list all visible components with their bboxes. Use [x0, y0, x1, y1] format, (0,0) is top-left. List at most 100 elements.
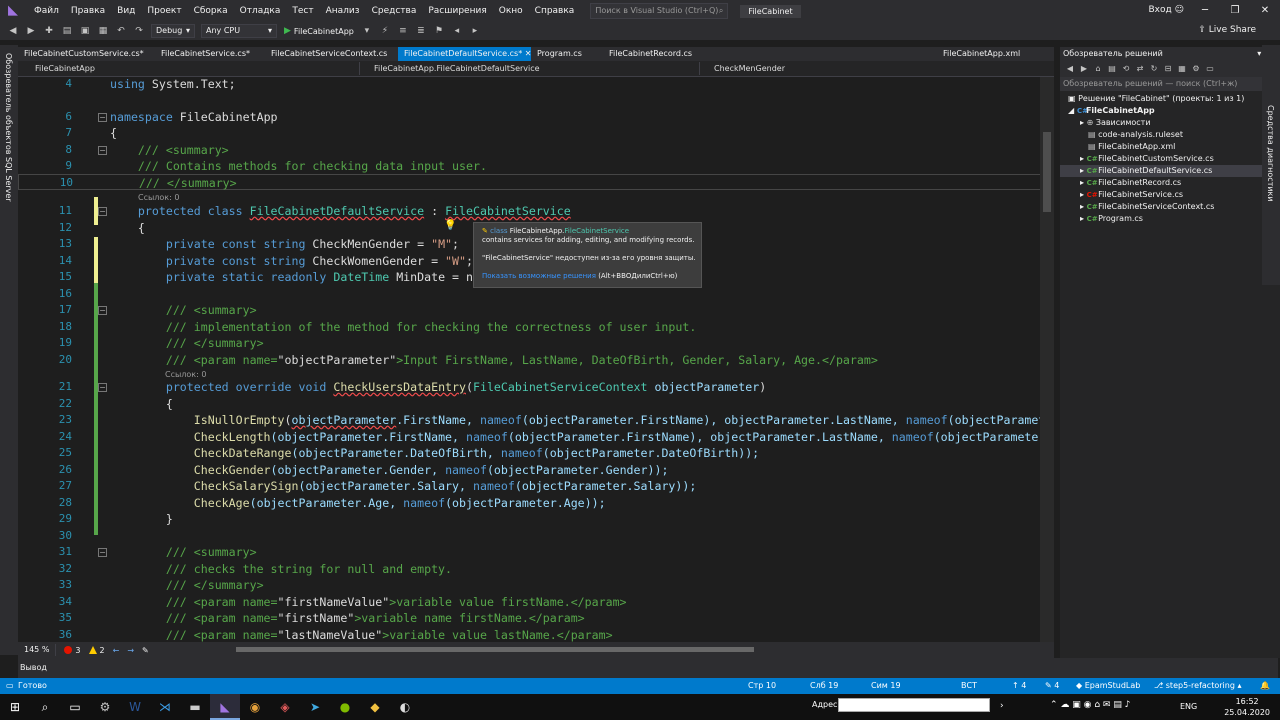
show-fixes-link[interactable]: Показать возможные решения: [482, 272, 596, 280]
sourcetree-app-icon[interactable]: ◆: [360, 694, 390, 720]
task-view-icon[interactable]: ▭: [60, 694, 90, 720]
platform-select[interactable]: Any CPU ▾: [201, 24, 277, 38]
search-icon[interactable]: ⌕: [30, 694, 60, 720]
refresh-icon[interactable]: ↻: [1148, 63, 1160, 75]
tree-item[interactable]: ▸ C# FileCabinetService.cs: [1060, 189, 1280, 201]
vertical-scrollbar[interactable]: [1040, 77, 1054, 642]
settings-app-icon[interactable]: ⚙: [90, 694, 120, 720]
tab-filecabinetcustomservice[interactable]: FileCabinetCustomService.cs*: [18, 47, 155, 61]
uncomment-icon[interactable]: ≣: [414, 24, 428, 38]
menu-file[interactable]: Файл: [28, 0, 65, 22]
word-app-icon[interactable]: W: [120, 694, 150, 720]
open-folder-icon[interactable]: ▤: [60, 24, 74, 38]
collapse-icon[interactable]: −: [98, 113, 107, 122]
collapse-icon[interactable]: −: [98, 207, 107, 216]
xbox-app-icon[interactable]: ●: [330, 694, 360, 720]
collapse-icon[interactable]: −: [98, 548, 107, 557]
project-combo[interactable]: FileCabinetApp: [18, 62, 360, 75]
zoom-select[interactable]: 145 %: [18, 644, 57, 656]
menu-extensions[interactable]: Расширения: [422, 0, 492, 22]
menu-help[interactable]: Справка: [529, 0, 581, 22]
codelens-references[interactable]: Ссылок: 0: [138, 193, 179, 202]
media-app-icon[interactable]: ◈: [270, 694, 300, 720]
bookmark-icon[interactable]: ⚑: [432, 24, 446, 38]
visual-studio-app-icon[interactable]: ◣: [210, 694, 240, 720]
new-project-icon[interactable]: ✚: [42, 24, 56, 38]
status-up-arrows[interactable]: ↑ 4: [1012, 678, 1026, 694]
tree-item[interactable]: ▸ C# FileCabinetServiceContext.cs: [1060, 201, 1280, 213]
forward-icon[interactable]: ▶: [1078, 63, 1090, 75]
minimize-icon[interactable]: ─: [1190, 0, 1220, 22]
member-combo[interactable]: CheckMenGender: [700, 62, 1040, 75]
status-branch[interactable]: ⎇ step5-refactoring ▴: [1154, 678, 1241, 694]
diagnostic-tools-tab[interactable]: Средства диагностики: [1266, 105, 1275, 202]
collapse-icon[interactable]: −: [98, 383, 107, 392]
menu-project[interactable]: Проект: [141, 0, 187, 22]
bookmark-next-icon[interactable]: ▸: [468, 24, 482, 38]
nav-forward-icon[interactable]: →: [127, 646, 134, 655]
nav-back-icon[interactable]: ←: [113, 646, 120, 655]
tree-solution[interactable]: ▣ Решение "FileCabinet" (проекты: 1 из 1…: [1060, 93, 1280, 105]
switch-views-icon[interactable]: ▤: [1106, 63, 1118, 75]
tree-item[interactable]: ▤ code-analysis.ruleset: [1060, 129, 1280, 141]
save-icon[interactable]: ▣: [78, 24, 92, 38]
chrome-app-icon[interactable]: ◉: [240, 694, 270, 720]
tree-item-selected[interactable]: ▸ C# FileCabinetDefaultService.cs: [1060, 165, 1280, 177]
login-link[interactable]: Вход ☺: [1149, 5, 1185, 15]
output-panel-tab[interactable]: Вывод: [18, 658, 1278, 678]
error-count[interactable]: 3: [64, 646, 81, 655]
tab-filecabinetservicecontext[interactable]: FileCabinetServiceContext.cs: [265, 47, 398, 61]
tree-item[interactable]: ▤ FileCabinetApp.xml: [1060, 141, 1280, 153]
menu-test[interactable]: Тест: [286, 0, 319, 22]
maximize-icon[interactable]: ❐: [1220, 0, 1250, 22]
configuration-select[interactable]: Debug ▾: [151, 24, 195, 38]
preview-icon[interactable]: ▭: [1204, 63, 1216, 75]
collapse-icon[interactable]: −: [98, 306, 107, 315]
start-debugging-button[interactable]: ▶ FileCabinetApp: [284, 26, 354, 36]
menu-debug[interactable]: Отладка: [234, 0, 287, 22]
show-all-files-icon[interactable]: ▦: [1176, 63, 1188, 75]
tree-item[interactable]: ▸ C# Program.cs: [1060, 213, 1280, 225]
tab-filecabinetapp-xml[interactable]: FileCabinetApp.xml: [937, 47, 1037, 61]
visual-studio-logo-icon[interactable]: ◣: [6, 4, 20, 18]
collapse-icon[interactable]: −: [98, 146, 107, 155]
notification-icon[interactable]: 🔔: [1260, 678, 1270, 694]
tab-filecabinetrecord[interactable]: FileCabinetRecord.cs: [603, 47, 937, 61]
search-input[interactable]: Поиск в Visual Studio (Ctrl+Q) ⌕: [590, 3, 729, 19]
lightbulb-icon[interactable]: 💡: [444, 220, 456, 231]
pending-changes-icon[interactable]: ⟲: [1120, 63, 1132, 75]
back-icon[interactable]: ◀: [1064, 63, 1076, 75]
tree-project[interactable]: ◢ C#FileCabinetApp: [1060, 105, 1280, 117]
github-app-icon[interactable]: ◐: [390, 694, 420, 720]
telegram-app-icon[interactable]: ➤: [300, 694, 330, 720]
undo-icon[interactable]: ↶: [114, 24, 128, 38]
menu-edit[interactable]: Правка: [65, 0, 111, 22]
chevron-down-icon[interactable]: ▾: [1257, 49, 1261, 58]
chevron-down-icon[interactable]: ▾: [360, 24, 374, 38]
status-repo[interactable]: ◆ EpamStudLab: [1076, 678, 1140, 694]
close-icon[interactable]: ✕: [1250, 0, 1280, 22]
live-share-button[interactable]: ⇪ Live Share: [1198, 25, 1256, 35]
brush-icon[interactable]: ✎: [142, 646, 149, 655]
tray-icons[interactable]: ⌃ ☁ ▣ ◉ ⌂ ✉ ▤ ♪: [1050, 700, 1130, 710]
windows-start-icon[interactable]: ⊞: [0, 694, 30, 720]
tab-filecabinetservice[interactable]: FileCabinetService.cs*: [155, 47, 265, 61]
warning-count[interactable]: 2: [88, 646, 105, 655]
code-editor[interactable]: 4 using System.Text; 6− namespace FileCabi…: [18, 77, 1054, 642]
menu-build[interactable]: Сборка: [188, 0, 234, 22]
clock[interactable]: 16:52 25.04.2020: [1224, 696, 1270, 718]
menu-tools[interactable]: Средства: [366, 0, 423, 22]
horizontal-scrollbar[interactable]: [236, 647, 754, 652]
menu-window[interactable]: Окно: [493, 0, 529, 22]
terminal-app-icon[interactable]: ▬: [180, 694, 210, 720]
back-icon[interactable]: ◀: [6, 24, 20, 38]
redo-icon[interactable]: ↷: [132, 24, 146, 38]
tree-item[interactable]: ▸ C# FileCabinetRecord.cs: [1060, 177, 1280, 189]
type-combo[interactable]: FileCabinetApp.FileCabinetDefaultService: [360, 62, 700, 75]
vscode-app-icon[interactable]: ⋊: [150, 694, 180, 720]
tree-item[interactable]: ▸ ⊕ Зависимости: [1060, 117, 1280, 129]
tab-filecabinetdefaultservice[interactable]: FileCabinetDefaultService.cs* ✕: [398, 47, 531, 61]
comment-icon[interactable]: ≡: [396, 24, 410, 38]
sync-icon[interactable]: ⇄: [1134, 63, 1146, 75]
hot-reload-icon[interactable]: ⚡: [378, 24, 392, 38]
